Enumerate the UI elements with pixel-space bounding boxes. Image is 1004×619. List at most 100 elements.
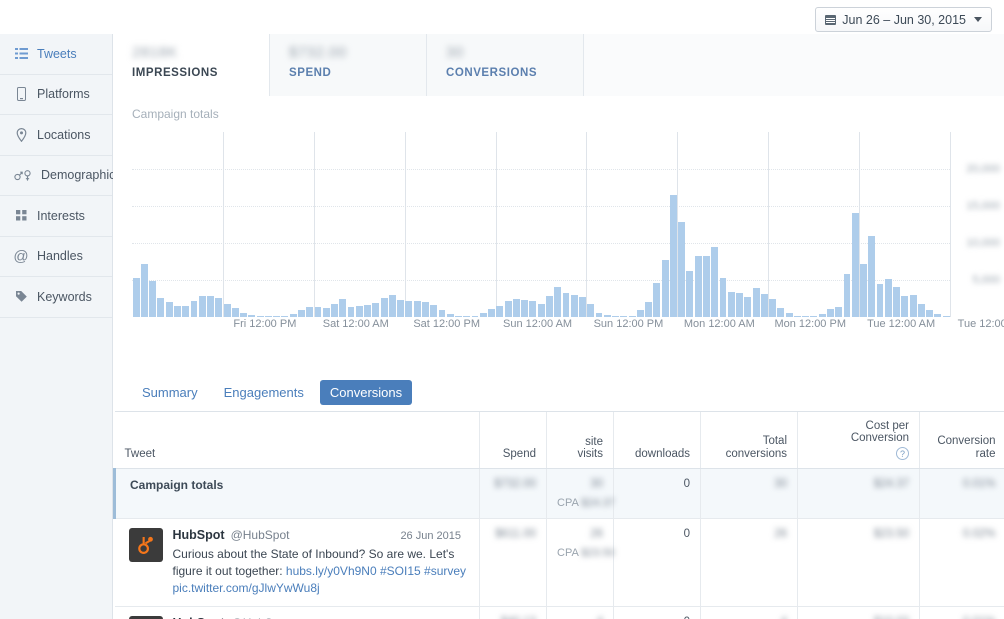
chart-bar[interactable] bbox=[405, 300, 413, 317]
chart-bar[interactable] bbox=[215, 297, 223, 317]
chart-bar[interactable] bbox=[339, 299, 347, 317]
chart-bar[interactable] bbox=[736, 293, 743, 317]
chart-bar[interactable] bbox=[827, 308, 834, 317]
chart-bar[interactable] bbox=[843, 274, 851, 317]
chart-bar[interactable] bbox=[785, 313, 793, 317]
chart-bar[interactable] bbox=[703, 256, 710, 317]
chart-bar[interactable] bbox=[463, 315, 471, 317]
chart-bar[interactable] bbox=[917, 303, 925, 317]
chart-bar[interactable] bbox=[331, 303, 338, 317]
chart-bar[interactable] bbox=[860, 263, 867, 317]
sidebar-item-platforms[interactable]: Platforms bbox=[0, 75, 112, 115]
chart-bar[interactable] bbox=[198, 295, 206, 317]
chart-bar[interactable] bbox=[174, 305, 181, 317]
chart-bar[interactable] bbox=[810, 316, 818, 317]
chart-bar[interactable] bbox=[545, 296, 553, 317]
chart-bar[interactable] bbox=[306, 306, 314, 317]
chart-bar[interactable] bbox=[413, 301, 421, 317]
chart-bar[interactable] bbox=[645, 302, 653, 317]
chart-bar[interactable] bbox=[496, 305, 504, 317]
chart-bar[interactable] bbox=[479, 313, 487, 317]
chart-bar[interactable] bbox=[777, 308, 785, 317]
chart-bar[interactable] bbox=[884, 278, 892, 317]
header-tweet[interactable]: Tweet bbox=[114, 411, 480, 469]
help-icon[interactable]: ? bbox=[896, 447, 909, 460]
chart-bar[interactable] bbox=[661, 260, 669, 317]
chart-bar[interactable] bbox=[157, 297, 165, 317]
chart-bar[interactable] bbox=[554, 287, 562, 317]
sidebar-item-keywords[interactable]: Keywords bbox=[0, 277, 112, 318]
chart-bar[interactable] bbox=[595, 312, 603, 317]
header-site-visits[interactable]: site visits bbox=[546, 411, 614, 469]
chart-bar[interactable] bbox=[372, 302, 380, 317]
chart-bar[interactable] bbox=[430, 305, 438, 317]
chart-bar[interactable] bbox=[438, 310, 446, 317]
chart-bar[interactable] bbox=[612, 315, 619, 317]
chart-bar[interactable] bbox=[289, 314, 297, 317]
chart-bar[interactable] bbox=[942, 315, 950, 317]
tab-spend[interactable]: $732.00 SPEND bbox=[270, 34, 427, 96]
chart-bar[interactable] bbox=[926, 310, 934, 317]
chart-bar[interactable] bbox=[628, 315, 636, 317]
chart-bar[interactable] bbox=[587, 303, 595, 317]
chart-bar[interactable] bbox=[934, 314, 942, 317]
table-row[interactable]: HubSpot @HubSpot 26 Jun 2015 Curious about … bbox=[114, 518, 1004, 608]
chart-bar[interactable] bbox=[802, 316, 810, 317]
chart-bar[interactable] bbox=[901, 295, 909, 317]
chart-bar[interactable] bbox=[388, 294, 396, 317]
chart-bar[interactable] bbox=[488, 308, 495, 317]
subtab-conversions[interactable]: Conversions bbox=[319, 379, 413, 405]
chart-bar[interactable] bbox=[818, 314, 826, 317]
chart-bar[interactable] bbox=[140, 264, 148, 317]
chart-bar[interactable] bbox=[851, 213, 859, 317]
chart-bar[interactable] bbox=[314, 307, 322, 317]
chart-bar[interactable] bbox=[397, 299, 405, 317]
chart-bar[interactable] bbox=[752, 288, 760, 317]
chart-bar[interactable] bbox=[909, 294, 917, 317]
date-range-picker[interactable]: Jun 26 – Jun 30, 2015 bbox=[815, 7, 992, 32]
chart-bar[interactable] bbox=[322, 308, 330, 317]
chart-bar[interactable] bbox=[570, 294, 578, 317]
tweet-author-handle[interactable]: @HubSpot bbox=[231, 528, 290, 542]
chart-bar[interactable] bbox=[421, 302, 429, 317]
sidebar-item-locations[interactable]: Locations bbox=[0, 115, 112, 156]
header-spend[interactable]: Spend bbox=[479, 411, 547, 469]
chart-bar[interactable] bbox=[579, 297, 586, 317]
chart-bar[interactable] bbox=[521, 299, 529, 317]
sidebar-item-tweets[interactable]: Tweets bbox=[0, 34, 112, 75]
chart-bar[interactable] bbox=[446, 314, 454, 317]
chart-bar[interactable] bbox=[165, 302, 173, 317]
header-conversion-rate[interactable]: Conversion rate bbox=[919, 411, 1004, 469]
header-total-conversions[interactable]: Total conversions bbox=[700, 411, 798, 469]
tab-impressions[interactable]: 2818K IMPRESSIONS bbox=[113, 34, 270, 96]
chart-bar[interactable] bbox=[364, 305, 372, 317]
chart-bar[interactable] bbox=[132, 277, 140, 317]
sidebar-item-interests[interactable]: Interests bbox=[0, 196, 112, 237]
chart-bar[interactable] bbox=[653, 282, 661, 317]
chart-bar[interactable] bbox=[835, 306, 843, 317]
tweet-link[interactable]: #SOI15 bbox=[380, 564, 421, 578]
chart-bar[interactable] bbox=[182, 305, 190, 317]
chart-bar[interactable] bbox=[504, 300, 512, 317]
header-cost-per-conversion[interactable]: Cost per Conversion ? bbox=[797, 411, 920, 469]
subtab-engagements[interactable]: Engagements bbox=[214, 380, 314, 405]
chart-bar[interactable] bbox=[240, 312, 248, 317]
chart-bar[interactable] bbox=[248, 315, 256, 317]
chart-bar[interactable] bbox=[256, 316, 264, 317]
chart-bar[interactable] bbox=[529, 300, 537, 317]
chart-bar[interactable] bbox=[231, 308, 239, 317]
chart-bar[interactable] bbox=[355, 305, 363, 317]
chart-bar[interactable] bbox=[636, 310, 644, 317]
chart-bar[interactable] bbox=[793, 315, 801, 317]
chart-bar[interactable] bbox=[669, 194, 677, 317]
chart-bar[interactable] bbox=[760, 294, 768, 317]
subtab-summary[interactable]: Summary bbox=[132, 380, 208, 405]
chart-bar[interactable] bbox=[537, 303, 545, 317]
sidebar-item-handles[interactable]: @ Handles bbox=[0, 237, 112, 277]
chart-bar[interactable] bbox=[281, 315, 289, 317]
chart-bar[interactable] bbox=[686, 271, 694, 317]
chart-bar[interactable] bbox=[769, 299, 777, 317]
table-row[interactable]: HubSpot@HubSpot26 Jun 2015How do you mar… bbox=[114, 606, 1004, 619]
chart-bar[interactable] bbox=[868, 235, 876, 317]
chart-bar[interactable] bbox=[711, 247, 719, 317]
